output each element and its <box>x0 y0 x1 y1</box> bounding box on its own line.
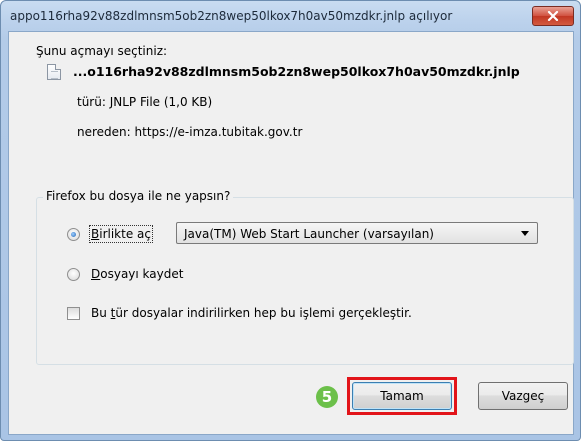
file-icon <box>47 64 61 80</box>
step-number-badge: 5 <box>316 386 338 408</box>
dropdown-arrow-icon <box>521 231 529 236</box>
window-title: appo116rha92v88zdlmnsm5ob2zn8wep50lkox7h… <box>10 9 453 23</box>
cancel-button[interactable]: Vazgeç <box>478 382 568 410</box>
file-type: türü: JNLP File (1,0 KB) <box>77 95 213 109</box>
file-source: nereden: https://e-imza.tubitak.gov.tr <box>77 125 303 139</box>
application-select[interactable]: Java(TM) Web Start Launcher (varsayılan) <box>176 222 538 244</box>
file-name: ...o116rha92v88zdlmnsm5ob2zn8wep50lkox7h… <box>73 64 520 79</box>
save-file-label[interactable]: Dosyayı kaydet <box>91 267 183 281</box>
title-bar[interactable]: appo116rha92v88zdlmnsm5ob2zn8wep50lkox7h… <box>1 1 580 31</box>
action-group-legend: Firefox bu dosya ile ne yapsın? <box>43 189 234 203</box>
ok-button[interactable]: Tamam <box>352 382 452 410</box>
close-button[interactable] <box>532 6 574 26</box>
open-with-radio[interactable] <box>67 228 80 241</box>
remember-choice-checkbox[interactable] <box>67 307 80 320</box>
remember-choice-label[interactable]: Bu tür dosyalar indirilirken hep bu işle… <box>91 306 412 320</box>
open-with-label[interactable]: Birlikte aç <box>89 225 153 243</box>
save-file-radio[interactable] <box>67 268 80 281</box>
prompt-text: Şunu açmayı seçtiniz: <box>36 44 168 58</box>
application-select-value: Java(TM) Web Start Launcher (varsayılan) <box>184 227 434 241</box>
close-icon <box>547 11 559 21</box>
